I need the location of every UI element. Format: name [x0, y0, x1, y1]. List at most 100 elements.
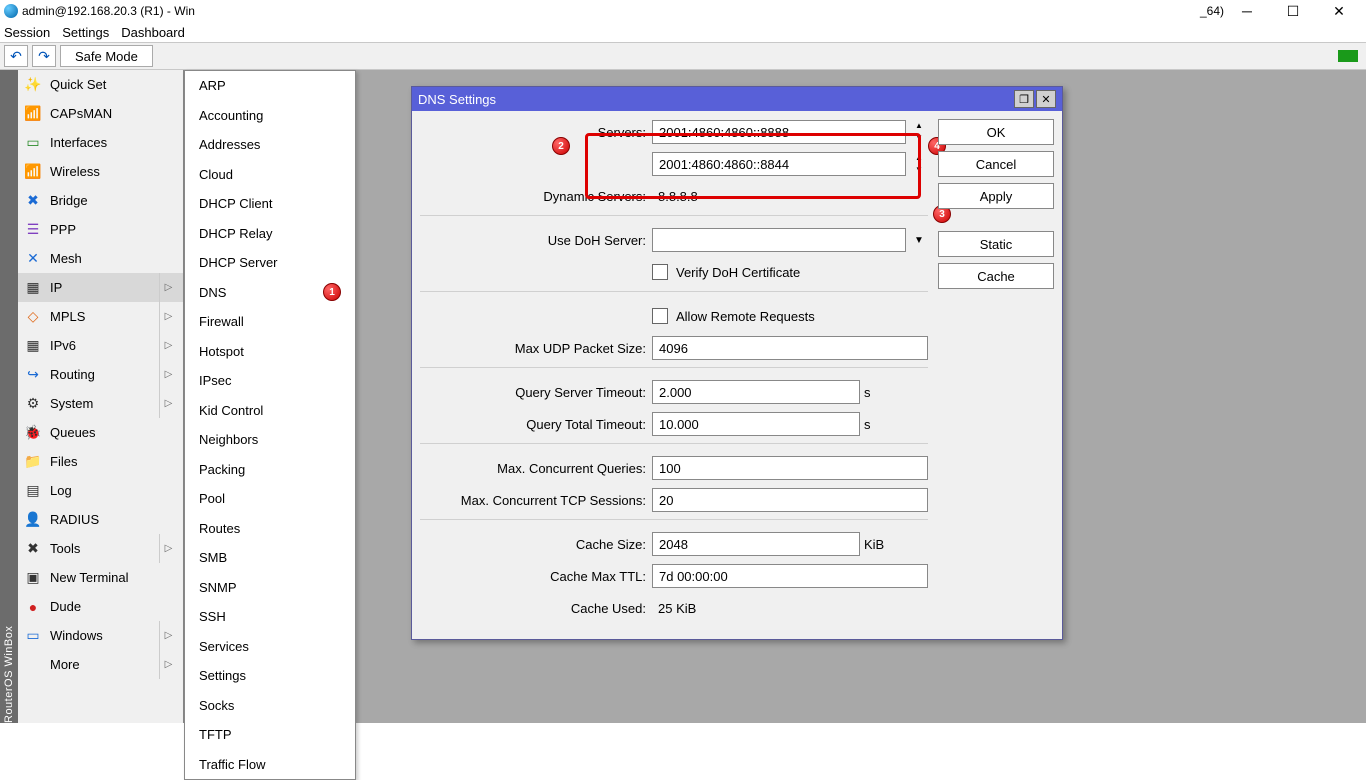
sidebar-item-mpls[interactable]: ◇MPLS▷ [18, 302, 183, 331]
submenu-item-packing[interactable]: Packing [185, 455, 355, 485]
submenu-item-hotspot[interactable]: Hotspot [185, 337, 355, 367]
submenu-item-ipsec[interactable]: IPsec [185, 366, 355, 396]
cache-button[interactable]: Cache [938, 263, 1054, 289]
max-udp-input[interactable] [652, 336, 928, 360]
doh-server-input[interactable] [652, 228, 906, 252]
server-1-spinner[interactable]: ▲▼ [910, 120, 928, 144]
menu-dashboard[interactable]: Dashboard [121, 25, 185, 40]
sidebar-item-queues[interactable]: 🐞Queues [18, 418, 183, 447]
sidebar-item-label: Tools [50, 541, 80, 556]
sidebar-item-files[interactable]: 📁Files [18, 447, 183, 476]
submenu-item-label: SSH [199, 609, 226, 624]
submenu-item-kid-control[interactable]: Kid Control [185, 396, 355, 426]
submenu-item-label: Routes [199, 521, 240, 536]
close-button[interactable]: ✕ [1316, 0, 1362, 22]
safe-mode-button[interactable]: Safe Mode [60, 45, 153, 67]
submenu-item-neighbors[interactable]: Neighbors [185, 425, 355, 455]
sidebar-item-more[interactable]: More▷ [18, 650, 183, 679]
dns-settings-window: DNS Settings ❐ ✕ 2 Servers: ▲▼ [411, 86, 1063, 640]
cache-size-unit: KiB [864, 537, 892, 552]
minimize-button[interactable]: ─ [1224, 0, 1270, 22]
sidebar-item-ip[interactable]: ▦IP▷ [18, 273, 183, 302]
submenu-arrow-icon: ▷ [159, 331, 177, 360]
submenu-item-addresses[interactable]: Addresses [185, 130, 355, 160]
query-server-timeout-input[interactable] [652, 380, 860, 404]
doh-dropdown-icon[interactable]: ▼ [910, 228, 928, 252]
sidebar-item-system[interactable]: ⚙System▷ [18, 389, 183, 418]
submenu-item-traffic-flow[interactable]: Traffic Flow [185, 750, 355, 780]
submenu-item-accounting[interactable]: Accounting [185, 101, 355, 131]
sidebar-item-wireless[interactable]: 📶Wireless [18, 157, 183, 186]
max-concurrent-queries-label: Max. Concurrent Queries: [420, 461, 652, 476]
allow-remote-label: Allow Remote Requests [676, 309, 815, 324]
submenu-item-dhcp-server[interactable]: DHCP Server [185, 248, 355, 278]
menu-settings[interactable]: Settings [62, 25, 109, 40]
submenu-item-pool[interactable]: Pool [185, 484, 355, 514]
submenu-item-tftp[interactable]: TFTP [185, 720, 355, 750]
server-2-input[interactable] [652, 152, 906, 176]
submenu-item-services[interactable]: Services [185, 632, 355, 662]
submenu-item-cloud[interactable]: Cloud [185, 160, 355, 190]
maximize-button[interactable]: ☐ [1270, 0, 1316, 22]
query-total-timeout-input[interactable] [652, 412, 860, 436]
verify-doh-checkbox[interactable] [652, 264, 668, 280]
server-2-spinner[interactable]: ▲▼ [910, 152, 928, 176]
submenu-item-label: Services [199, 639, 249, 654]
allow-remote-checkbox[interactable] [652, 308, 668, 324]
sidebar-item-dude[interactable]: ●Dude [18, 592, 183, 621]
cancel-button[interactable]: Cancel [938, 151, 1054, 177]
static-button[interactable]: Static [938, 231, 1054, 257]
sidebar-item-bridge[interactable]: ✖Bridge [18, 186, 183, 215]
submenu-item-ssh[interactable]: SSH [185, 602, 355, 632]
ipv6-icon: ▦ [24, 337, 42, 355]
sidebar-item-new-terminal[interactable]: ▣New Terminal [18, 563, 183, 592]
ok-button[interactable]: OK [938, 119, 1054, 145]
undo-button[interactable]: ↶ [4, 45, 28, 67]
max-concurrent-queries-input[interactable] [652, 456, 928, 480]
sidebar-item-capsman[interactable]: 📶CAPsMAN [18, 99, 183, 128]
redo-button[interactable]: ↷ [32, 45, 56, 67]
cache-max-ttl-label: Cache Max TTL: [420, 569, 652, 584]
brand-stripe: RouterOS WinBox [0, 70, 18, 723]
submenu-item-label: Accounting [199, 108, 263, 123]
dude-icon: ● [24, 598, 42, 616]
submenu-item-socks[interactable]: Socks [185, 691, 355, 721]
sidebar-item-ppp[interactable]: ☰PPP [18, 215, 183, 244]
sidebar-item-label: Windows [50, 628, 103, 643]
apply-button[interactable]: Apply [938, 183, 1054, 209]
menu-session[interactable]: Session [4, 25, 50, 40]
submenu-item-routes[interactable]: Routes [185, 514, 355, 544]
sidebar-item-interfaces[interactable]: ▭Interfaces [18, 128, 183, 157]
sidebar-item-label: Routing [50, 367, 95, 382]
dns-window-titlebar[interactable]: DNS Settings ❐ ✕ [412, 87, 1062, 111]
submenu-item-label: IPsec [199, 373, 232, 388]
cache-max-ttl-input[interactable] [652, 564, 928, 588]
dns-window-title: DNS Settings [418, 92, 496, 107]
sidebar-item-ipv6[interactable]: ▦IPv6▷ [18, 331, 183, 360]
submenu-item-firewall[interactable]: Firewall [185, 307, 355, 337]
submenu-item-dhcp-client[interactable]: DHCP Client [185, 189, 355, 219]
submenu-item-smb[interactable]: SMB [185, 543, 355, 573]
submenu-item-label: Hotspot [199, 344, 244, 359]
dns-window-close-button[interactable]: ✕ [1036, 90, 1056, 108]
sidebar-item-routing[interactable]: ↪Routing▷ [18, 360, 183, 389]
max-concurrent-tcp-input[interactable] [652, 488, 928, 512]
sidebar-item-mesh[interactable]: ✕Mesh [18, 244, 183, 273]
submenu-item-dhcp-relay[interactable]: DHCP Relay [185, 219, 355, 249]
sidebar-item-log[interactable]: ▤Log [18, 476, 183, 505]
mesh-icon: ✕ [24, 250, 42, 268]
sidebar-item-radius[interactable]: 👤RADIUS [18, 505, 183, 534]
submenu-item-arp[interactable]: ARP [185, 71, 355, 101]
submenu-item-settings[interactable]: Settings [185, 661, 355, 691]
sidebar-item-tools[interactable]: ✖Tools▷ [18, 534, 183, 563]
sidebar-item-label: CAPsMAN [50, 106, 112, 121]
submenu-item-dns[interactable]: DNS1 [185, 278, 355, 308]
sidebar-item-quick-set[interactable]: ✨Quick Set [18, 70, 183, 99]
dns-window-restore-button[interactable]: ❐ [1014, 90, 1034, 108]
cache-size-input[interactable] [652, 532, 860, 556]
sidebar-item-windows[interactable]: ▭Windows▷ [18, 621, 183, 650]
submenu-item-snmp[interactable]: SNMP [185, 573, 355, 603]
ip-submenu: ARP Accounting AddressesCloudDHCP Client DH… [184, 70, 356, 780]
submenu-item-label: DHCP Relay [199, 226, 272, 241]
server-1-input[interactable] [652, 120, 906, 144]
